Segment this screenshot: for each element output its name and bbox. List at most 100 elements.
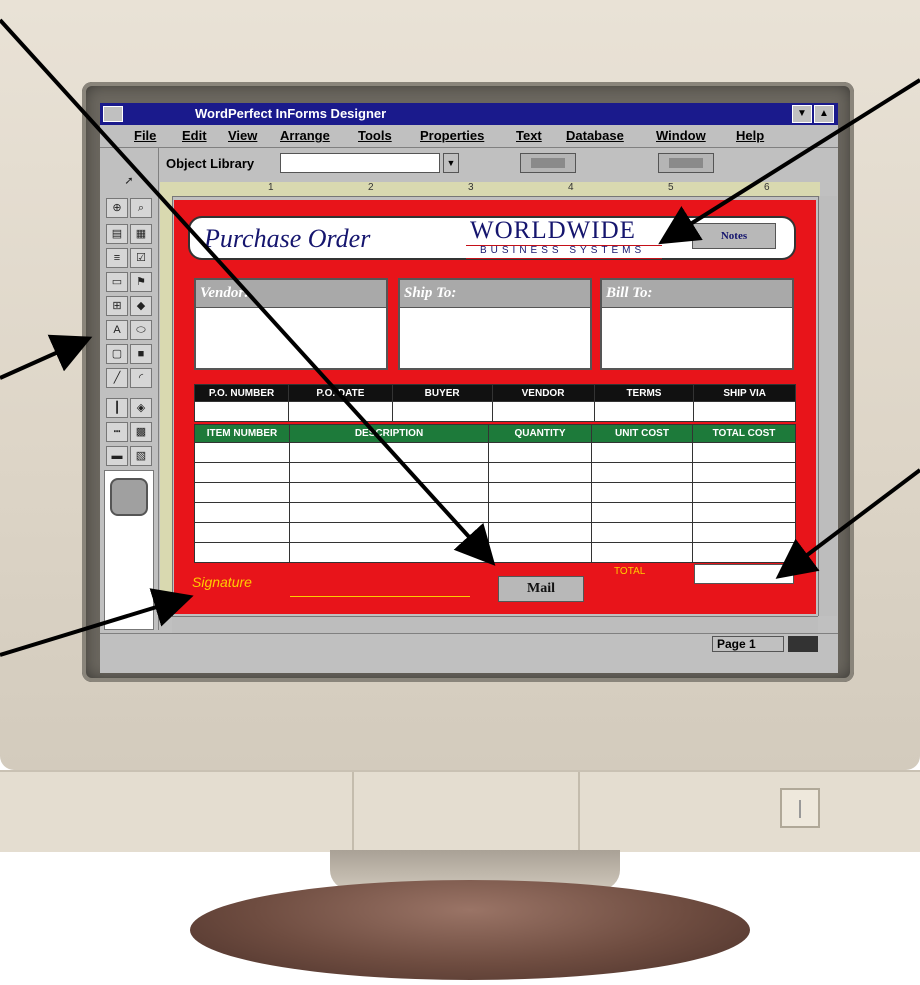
minimize-button[interactable]: ▼ [792, 105, 812, 123]
menu-text[interactable]: Text [516, 128, 542, 143]
cell[interactable] [289, 522, 489, 543]
vendor-label: Vendor: [196, 280, 386, 308]
menu-file[interactable]: File [134, 128, 156, 143]
vendor-box[interactable]: Vendor: [194, 278, 388, 370]
mail-button[interactable]: Mail [498, 576, 584, 602]
ruler-mark: 4 [568, 182, 574, 193]
buyer-field[interactable] [391, 401, 493, 422]
list-icon[interactable]: ≡ [106, 248, 128, 268]
cell[interactable] [488, 482, 592, 503]
total-field[interactable] [694, 564, 794, 584]
flag-icon[interactable]: ⚑ [130, 272, 152, 292]
cell[interactable] [692, 442, 796, 463]
terms-field[interactable] [593, 401, 695, 422]
pattern-icon[interactable]: ▩ [130, 422, 152, 442]
system-menu-icon[interactable] [103, 106, 123, 122]
cell[interactable] [194, 442, 290, 463]
cell[interactable] [194, 542, 290, 563]
page-nav-icon[interactable] [788, 636, 818, 652]
text-tool-icon[interactable]: A [106, 320, 128, 340]
cell[interactable] [488, 442, 592, 463]
maximize-button[interactable]: ▲ [814, 105, 834, 123]
palette-icon[interactable]: ▧ [130, 446, 152, 466]
line-width-icon[interactable]: ┃ [106, 398, 128, 418]
menu-bar: File Edit View Arrange Tools Properties … [100, 125, 838, 148]
table-icon[interactable]: ▦ [130, 224, 152, 244]
cell[interactable] [289, 442, 489, 463]
vertical-scrollbar[interactable] [818, 196, 837, 616]
menu-window[interactable]: Window [656, 128, 706, 143]
zoom-icon[interactable]: ⌕ [130, 198, 152, 218]
cell[interactable] [194, 462, 290, 483]
cell[interactable] [194, 502, 290, 523]
col-unit-cost: UNIT COST [591, 424, 693, 443]
table-row [194, 502, 796, 523]
cell[interactable] [591, 442, 693, 463]
rounded-rect-icon[interactable]: ▢ [106, 344, 128, 364]
tool-button-2[interactable] [658, 153, 714, 173]
cell[interactable] [289, 482, 489, 503]
cell[interactable] [591, 482, 693, 503]
cell[interactable] [194, 522, 290, 543]
cell[interactable] [591, 462, 693, 483]
fill-icon[interactable]: ◈ [130, 398, 152, 418]
cell[interactable] [289, 502, 489, 523]
chevron-down-icon[interactable]: ▼ [443, 153, 459, 173]
rect-icon[interactable]: ■ [130, 344, 152, 364]
object-library-input[interactable] [280, 153, 440, 173]
cell[interactable] [591, 502, 693, 523]
cell[interactable] [289, 542, 489, 563]
cell[interactable] [488, 522, 592, 543]
col-buyer: BUYER [391, 384, 493, 402]
table-row [194, 482, 796, 503]
cell[interactable] [488, 462, 592, 483]
tool-button-1[interactable] [520, 153, 576, 173]
ship-via-field[interactable] [693, 401, 796, 422]
cell[interactable] [488, 542, 592, 563]
cell[interactable] [591, 522, 693, 543]
cell[interactable] [692, 462, 796, 483]
horizontal-scrollbar[interactable] [172, 616, 818, 633]
menu-database[interactable]: Database [566, 128, 624, 143]
col-vendor: VENDOR [491, 384, 595, 402]
menu-edit[interactable]: Edit [182, 128, 207, 143]
gem-icon[interactable]: ◆ [130, 296, 152, 316]
color-icon[interactable]: ▬ [106, 446, 128, 466]
cell[interactable] [591, 542, 693, 563]
po-number-field[interactable] [193, 401, 290, 422]
ship-to-box[interactable]: Ship To: [398, 278, 592, 370]
menu-properties[interactable]: Properties [420, 128, 484, 143]
cell[interactable] [692, 482, 796, 503]
bill-to-box[interactable]: Bill To: [600, 278, 794, 370]
line-icon[interactable]: ╱ [106, 368, 128, 388]
grid-icon[interactable]: ⊞ [106, 296, 128, 316]
signature-line[interactable] [290, 596, 470, 597]
field-icon[interactable]: ▤ [106, 224, 128, 244]
arc-icon[interactable]: ◜ [130, 368, 152, 388]
po-date-field[interactable] [288, 401, 393, 422]
cell[interactable] [488, 502, 592, 523]
cell[interactable] [289, 462, 489, 483]
tool-select-icon[interactable]: ⊕ [106, 198, 128, 218]
cell[interactable] [692, 502, 796, 523]
menu-view[interactable]: View [228, 128, 257, 143]
cell[interactable] [692, 522, 796, 543]
form-canvas: Purchase Order WORLDWIDE BUSINESS SYSTEM… [174, 200, 816, 614]
notes-button[interactable]: Notes [692, 223, 776, 249]
current-color-swatch[interactable] [110, 478, 148, 516]
menu-help[interactable]: Help [736, 128, 764, 143]
combo-icon[interactable]: ▭ [106, 272, 128, 292]
checkbox-icon[interactable]: ☑ [130, 248, 152, 268]
pointer-icon[interactable]: ➚ [118, 172, 140, 192]
menu-tools[interactable]: Tools [358, 128, 392, 143]
table-row [194, 542, 796, 563]
logo-main: WORLDWIDE [470, 217, 636, 244]
col-item-number: ITEM NUMBER [194, 424, 290, 443]
cell[interactable] [692, 542, 796, 563]
line-style-icon[interactable]: ┅ [106, 422, 128, 442]
ellipse-icon[interactable]: ⬭ [130, 320, 152, 340]
vendor-field[interactable] [491, 401, 595, 422]
order-info-table: P.O. NUMBER P.O. DATE BUYER VENDOR TERMS… [193, 384, 796, 422]
cell[interactable] [194, 482, 290, 503]
menu-arrange[interactable]: Arrange [280, 128, 330, 143]
